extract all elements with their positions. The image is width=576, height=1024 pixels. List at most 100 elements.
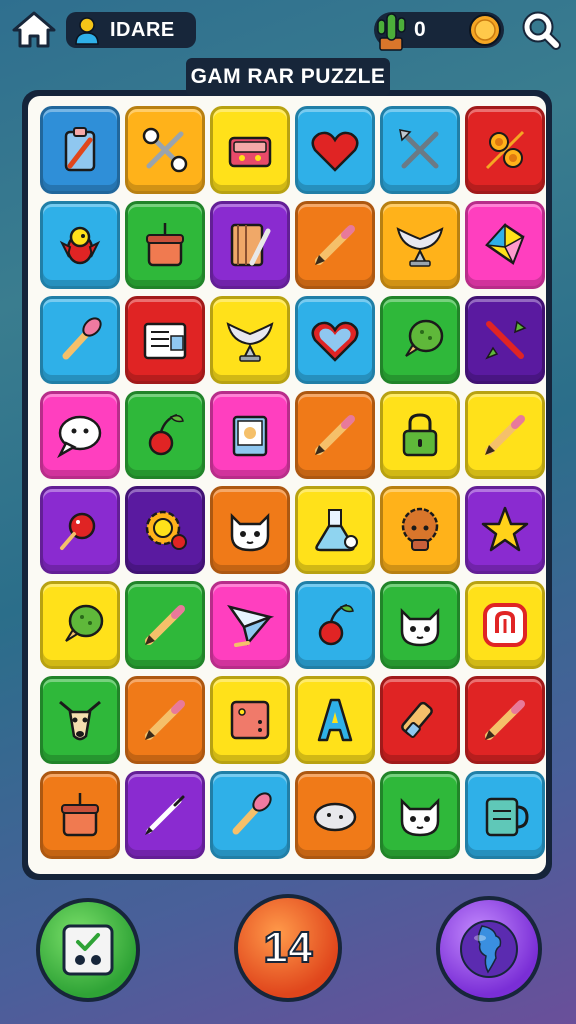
puzzle-tile[interactable] [295, 201, 375, 289]
puzzle-board [22, 90, 552, 880]
puzzle-tile[interactable] [40, 771, 120, 859]
puzzle-tile[interactable] [380, 391, 460, 479]
flower-pot-icon [146, 223, 184, 267]
puzzle-tile[interactable] [465, 106, 545, 194]
puzzle-tile[interactable] [125, 201, 205, 289]
puzzle-tile[interactable] [40, 581, 120, 669]
flask-icon [315, 509, 358, 552]
puzzle-tile[interactable] [125, 581, 205, 669]
player-badge[interactable]: IDARE [66, 12, 196, 48]
pencil-icon [145, 605, 185, 645]
puzzle-tile[interactable] [210, 486, 290, 574]
home-button[interactable] [10, 8, 58, 52]
puzzle-tile[interactable] [380, 486, 460, 574]
puzzle-tile[interactable] [380, 771, 460, 859]
origami-kite-icon [485, 223, 525, 265]
paper-plane-icon [227, 604, 275, 647]
winged-trophy-icon [226, 322, 274, 362]
parrot-icon [59, 226, 101, 265]
puzzle-tile[interactable] [295, 391, 375, 479]
berry-icon [60, 512, 96, 550]
moves-count: 14 [263, 922, 314, 973]
coin-icon [469, 14, 501, 46]
sewing-kit-icon [228, 136, 272, 168]
puzzle-tile[interactable] [295, 296, 375, 384]
puzzle-tile[interactable] [40, 106, 120, 194]
pencil-icon [145, 700, 185, 740]
puzzle-tile[interactable] [295, 581, 375, 669]
fuzzy-creature-icon [401, 507, 439, 551]
globe-button[interactable] [436, 896, 542, 1002]
checkbox-face-icon [62, 924, 114, 976]
crossed-tools-icon [399, 129, 439, 169]
puzzle-tile[interactable] [380, 201, 460, 289]
padlock-icon [402, 413, 438, 457]
stone-icon [313, 802, 357, 832]
newspaper-icon [143, 322, 187, 360]
deer-head-icon [59, 700, 101, 741]
search-button[interactable] [518, 8, 564, 52]
scissors-icon [142, 127, 188, 173]
flower-pot-icon [61, 793, 99, 837]
heart-icon [311, 131, 359, 172]
flowers-icon [485, 130, 525, 170]
puzzle-tile[interactable] [295, 106, 375, 194]
puzzle-tile[interactable] [125, 771, 205, 859]
coin-count: 0 [414, 18, 426, 41]
coin-counter: 0 [374, 12, 504, 51]
puzzle-tile[interactable] [125, 486, 205, 574]
puzzle-tile[interactable] [210, 676, 290, 764]
badge-icon [483, 603, 527, 647]
player-name: IDARE [110, 18, 175, 41]
puzzle-tile[interactable] [210, 771, 290, 859]
puzzle-tile[interactable] [295, 771, 375, 859]
highlighter-icon [401, 701, 433, 738]
puzzle-tile[interactable] [380, 581, 460, 669]
puzzle-tile[interactable] [210, 391, 290, 479]
pencil-icon [315, 225, 355, 265]
puzzle-tile[interactable] [40, 391, 120, 479]
notebook-pen-icon [230, 223, 271, 267]
puzzle-tile[interactable] [125, 676, 205, 764]
board-surface [28, 96, 546, 874]
pencil-icon [485, 415, 525, 455]
ice-cream-cone-icon [405, 319, 444, 357]
puzzle-tile[interactable] [125, 296, 205, 384]
puzzle-tile[interactable] [125, 106, 205, 194]
puzzle-tile[interactable] [295, 676, 375, 764]
puzzle-tile[interactable] [465, 201, 545, 289]
puzzle-tile[interactable] [465, 296, 545, 384]
cactus-icon [377, 13, 406, 51]
puzzle-tile[interactable] [40, 676, 120, 764]
puzzle-tile[interactable] [40, 201, 120, 289]
puzzle-tile[interactable] [465, 676, 545, 764]
globe-icon [460, 920, 518, 978]
puzzle-tile[interactable] [465, 391, 545, 479]
puzzle-tile[interactable] [380, 296, 460, 384]
puzzle-tile[interactable] [465, 771, 545, 859]
book-icon [232, 415, 268, 457]
arrows-stick-icon [485, 320, 527, 360]
puzzle-tile[interactable] [380, 106, 460, 194]
home-icon [12, 11, 56, 48]
puzzle-tile[interactable] [210, 201, 290, 289]
paintbrush-icon [232, 792, 272, 835]
puzzle-tile[interactable] [465, 486, 545, 574]
avatar [72, 15, 102, 45]
puzzle-tile[interactable] [295, 486, 375, 574]
puzzle-tile[interactable] [210, 581, 290, 669]
puzzle-tile[interactable] [465, 581, 545, 669]
cat-face-icon [400, 797, 440, 837]
tile-grid [40, 106, 545, 859]
sun-gear-icon [145, 510, 187, 550]
title-plate: GAM RAR PUZZLE [186, 58, 390, 96]
puzzle-tile[interactable] [125, 391, 205, 479]
puzzle-tile[interactable] [40, 486, 120, 574]
puzzle-tile[interactable] [210, 106, 290, 194]
puzzle-tile[interactable] [210, 296, 290, 384]
puzzle-tile[interactable] [40, 296, 120, 384]
top-bar: IDARE 0 [0, 0, 576, 62]
box-icon [230, 700, 270, 740]
check-button[interactable] [36, 898, 140, 1002]
puzzle-tile[interactable] [380, 676, 460, 764]
